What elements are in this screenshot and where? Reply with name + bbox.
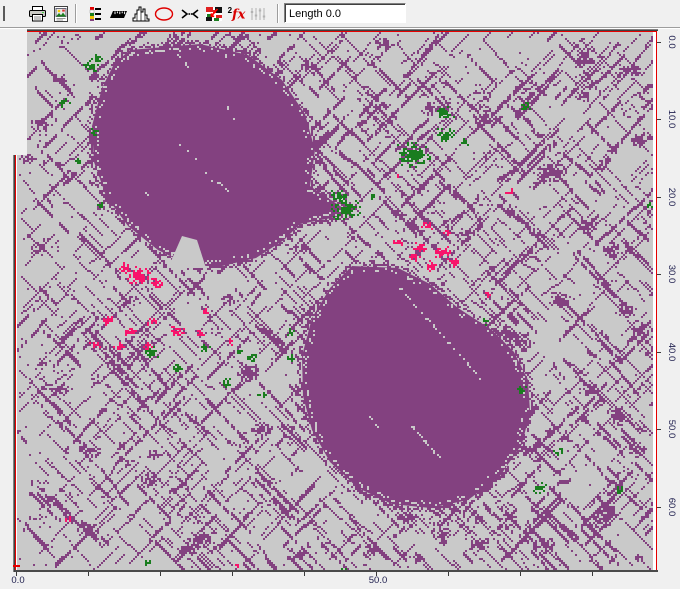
toolbar-grip[interactable]	[3, 6, 5, 21]
copy-image-button[interactable]	[49, 2, 72, 25]
toolbar: 2fx	[0, 0, 680, 27]
x-axis-label: 50.0	[369, 575, 388, 586]
fx-icon: 2fx	[228, 6, 246, 21]
x-axis-tick	[520, 572, 521, 576]
x-axis-tick	[232, 572, 233, 576]
y-axis-label: 0.0	[666, 35, 677, 48]
y-axis-tick	[657, 352, 661, 353]
x-axis-line	[15, 570, 658, 572]
y-axis-label: 40.0	[666, 343, 677, 362]
plot-frame-corner-tick	[13, 565, 20, 567]
x-axis-tick	[448, 572, 449, 576]
ellipse-button[interactable]	[152, 2, 175, 25]
y-axis-tick	[657, 429, 661, 430]
histogram-button[interactable]	[129, 2, 152, 25]
x-axis-tick	[88, 572, 89, 576]
levels-icon	[249, 6, 267, 22]
legend-button[interactable]	[83, 2, 106, 25]
levels-button	[246, 2, 269, 25]
x-axis-tick	[592, 572, 593, 576]
cover-panel	[0, 29, 27, 155]
merge-button[interactable]	[178, 2, 201, 25]
y-axis-label: 60.0	[666, 498, 677, 517]
x-axis-tick	[376, 572, 377, 576]
toolbar-separator	[75, 4, 77, 23]
x-axis-tick	[160, 572, 161, 576]
x-axis-label: 0.0	[11, 575, 24, 586]
y-axis-tick	[657, 197, 661, 198]
map-canvas[interactable]	[17, 32, 653, 570]
print-button[interactable]	[26, 2, 49, 25]
printer-icon	[29, 6, 46, 22]
y-axis-tick	[657, 119, 661, 120]
phase-map-icon	[205, 6, 223, 22]
y-axis-label: 10.0	[666, 110, 677, 129]
y-axis-tick	[657, 507, 661, 508]
phase-map-button[interactable]	[202, 2, 225, 25]
x-axis-tick	[304, 572, 305, 576]
legend-icon	[87, 6, 103, 22]
app-window: 2fx 0.0 10.0 20.0 30.0 40.0 50.0 60.0 0.0 50.0	[0, 0, 680, 589]
histogram-icon	[132, 6, 150, 22]
formula-button[interactable]: 2fx	[225, 2, 248, 25]
image-icon	[53, 6, 69, 22]
x-axis-tick	[16, 572, 17, 576]
y-axis-label: 30.0	[666, 265, 677, 284]
measure-button[interactable]	[106, 2, 129, 25]
y-axis-tick	[657, 42, 661, 43]
toolbar-separator	[277, 4, 279, 23]
plot-frame-top	[15, 31, 657, 32]
length-input[interactable]	[284, 3, 406, 23]
plot-frame-right	[656, 31, 657, 570]
y-axis-label: 20.0	[666, 188, 677, 207]
y-axis-tick	[657, 274, 661, 275]
y-axis-label: 50.0	[666, 420, 677, 439]
ellipse-icon	[154, 6, 174, 22]
merge-arrows-icon	[180, 6, 200, 22]
ruler-icon	[108, 6, 128, 22]
